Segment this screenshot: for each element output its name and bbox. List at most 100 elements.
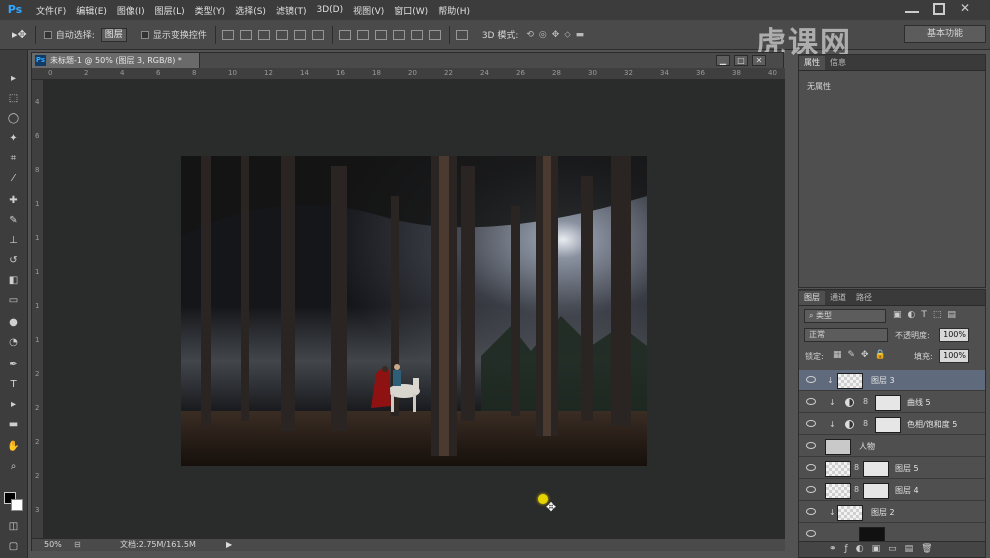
tab-channels[interactable]: 通道 [825, 291, 851, 305]
3d-mode-icons[interactable]: ⟲◎✥⬦▬ [526, 30, 589, 40]
tab-paths[interactable]: 路径 [851, 291, 877, 305]
photoshop-logo: Ps [7, 3, 23, 16]
layer-row[interactable]: ↓ 8 曲线 5 [799, 392, 985, 413]
doc-minimize-button[interactable]: ▁ [716, 55, 730, 66]
menu-type[interactable]: 类型(Y) [195, 4, 226, 17]
layer-name[interactable]: 图层 3 [871, 375, 895, 386]
menu-image[interactable]: 图像(I) [117, 4, 145, 17]
layer-name[interactable]: 人物 [859, 441, 875, 452]
distribute-left-icon[interactable] [392, 29, 405, 40]
align-top-icon[interactable] [221, 29, 234, 40]
maximize-button[interactable] [933, 3, 945, 15]
move-tool-icon[interactable]: ▸✥ [12, 28, 27, 41]
crop-tool-icon[interactable]: ⌗ [6, 152, 21, 166]
screen-mode-icon[interactable]: ▢ [6, 540, 21, 554]
distribute-right-icon[interactable] [428, 29, 441, 40]
pen-tool-icon[interactable]: ✒ [6, 358, 21, 372]
history-brush-tool-icon[interactable]: ↺ [6, 254, 21, 268]
tab-layers[interactable]: 图层 [799, 291, 825, 305]
menu-select[interactable]: 选择(S) [235, 4, 266, 17]
menu-file[interactable]: 文件(F) [36, 4, 66, 17]
move-tool-icon[interactable]: ▸ [6, 72, 21, 86]
dodge-tool-icon[interactable]: ◔ [6, 336, 21, 350]
tab-properties[interactable]: 属性 [799, 56, 825, 70]
background-color-swatch[interactable] [11, 499, 23, 511]
menu-help[interactable]: 帮助(H) [438, 4, 470, 17]
layer-filter-dropdown[interactable]: ⌕ 类型 [804, 309, 886, 323]
layer-row[interactable]: ↓ 图层 2 [799, 502, 985, 523]
show-transform-checkbox[interactable] [140, 30, 149, 39]
document-tab[interactable]: 未标题-1 @ 50% (图层 3, RGB/8) * [32, 53, 200, 68]
fill-input[interactable]: 100% [939, 349, 969, 363]
type-tool-icon[interactable]: T [6, 378, 21, 392]
quick-mask-icon[interactable]: ◫ [6, 520, 21, 534]
zoom-level[interactable]: 50% [44, 539, 62, 551]
clone-stamp-tool-icon[interactable]: ⊥ [6, 234, 21, 248]
forest-artwork[interactable] [181, 156, 647, 466]
align-bottom-icon[interactable] [257, 29, 270, 40]
menu-layer[interactable]: 图层(L) [155, 4, 185, 17]
distribute-hcenter-icon[interactable] [410, 29, 423, 40]
visibility-eye-icon[interactable] [806, 398, 816, 405]
minimize-button[interactable] [905, 3, 919, 15]
menu-filter[interactable]: 滤镜(T) [276, 4, 307, 17]
layer-name[interactable]: 曲线 5 [907, 397, 931, 408]
canvas-area[interactable]: ✥ [44, 80, 785, 538]
layer-row[interactable]: 人物 [799, 436, 985, 457]
close-icon[interactable]: ✕ [960, 1, 970, 15]
hand-tool-icon[interactable]: ✋ [6, 440, 21, 454]
layer-filter-icons[interactable]: ▣◐T⬚▤ [893, 310, 962, 320]
align-vcenter-icon[interactable] [239, 29, 252, 40]
status-menu-arrow-icon[interactable]: ▶ [226, 539, 232, 551]
tab-info[interactable]: 信息 [825, 56, 851, 70]
layer-row[interactable]: ↓ 8 色相/饱和度 5 [799, 414, 985, 435]
lasso-tool-icon[interactable]: ◯ [6, 112, 21, 126]
brush-tool-icon[interactable]: ✎ [6, 214, 21, 228]
visibility-eye-icon[interactable] [806, 442, 816, 449]
layers-bottom-bar[interactable]: ⚭ƒ◐▣▭▤🗑 [799, 541, 985, 557]
layer-row[interactable]: 8 图层 4 [799, 480, 985, 501]
align-left-icon[interactable] [275, 29, 288, 40]
gradient-tool-icon[interactable]: ▭ [6, 294, 21, 308]
blur-tool-icon[interactable]: ● [6, 316, 21, 330]
layer-name[interactable]: 图层 2 [871, 507, 895, 518]
path-selection-tool-icon[interactable]: ▸ [6, 398, 21, 412]
layer-name[interactable]: 图层 4 [895, 485, 919, 496]
align-right-icon[interactable] [311, 29, 324, 40]
doc-maximize-button[interactable]: □ [734, 55, 748, 66]
magic-wand-tool-icon[interactable]: ✦ [6, 132, 21, 146]
visibility-eye-icon[interactable] [806, 376, 816, 383]
visibility-eye-icon[interactable] [806, 508, 816, 515]
healing-brush-tool-icon[interactable]: ✚ [6, 194, 21, 208]
layer-name[interactable]: 色相/饱和度 5 [907, 419, 957, 430]
visibility-eye-icon[interactable] [806, 464, 816, 471]
distribute-top-icon[interactable] [338, 29, 351, 40]
align-hcenter-icon[interactable] [293, 29, 306, 40]
auto-select-checkbox[interactable] [43, 30, 52, 39]
zoom-tool-icon[interactable]: ⌕ [6, 460, 21, 474]
auto-align-icon[interactable] [455, 29, 468, 40]
distribute-bottom-icon[interactable] [374, 29, 387, 40]
menu-window[interactable]: 窗口(W) [394, 4, 428, 17]
eyedropper-tool-icon[interactable]: ⁄ [6, 172, 21, 186]
shape-tool-icon[interactable]: ▬ [6, 418, 21, 432]
layer-row[interactable]: 8 图层 5 [799, 458, 985, 479]
marquee-tool-icon[interactable]: ⬚ [6, 92, 21, 106]
opacity-input[interactable]: 100% [939, 328, 969, 342]
layer-row[interactable]: ↓ 图层 3 [799, 370, 985, 391]
lock-icons[interactable]: ▦✎✥🔒 [833, 350, 892, 360]
distribute-vcenter-icon[interactable] [356, 29, 369, 40]
menu-view[interactable]: 视图(V) [353, 4, 384, 17]
menu-3d[interactable]: 3D(D) [316, 5, 343, 15]
doc-close-button[interactable]: ✕ [752, 55, 766, 66]
layer-name[interactable]: 图层 5 [895, 463, 919, 474]
blend-mode-dropdown[interactable]: 正常 [804, 328, 888, 342]
auto-select-dropdown[interactable]: 图层 [100, 27, 127, 42]
visibility-eye-icon[interactable] [806, 420, 816, 427]
menu-edit[interactable]: 编辑(E) [76, 4, 107, 17]
workspace-dropdown[interactable]: 基本功能 [904, 25, 986, 43]
visibility-eye-icon[interactable] [806, 530, 816, 537]
visibility-eye-icon[interactable] [806, 486, 816, 493]
ruler-tick: 14 [300, 69, 309, 77]
eraser-tool-icon[interactable]: ◧ [6, 274, 21, 288]
